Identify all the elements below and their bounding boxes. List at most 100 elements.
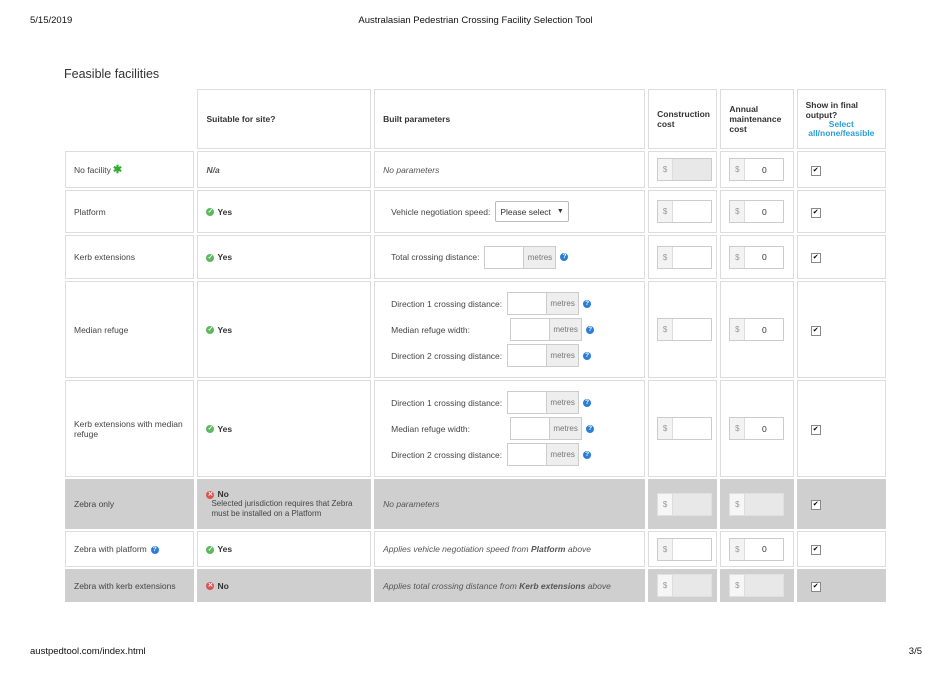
na-text: N/a: [206, 164, 220, 175]
help-icon[interactable]: ?: [583, 450, 592, 459]
median-width-input[interactable]: metres: [510, 417, 583, 440]
page-number: 3/5: [908, 646, 922, 657]
param-median-width: Median refuge width: metres ?: [383, 416, 636, 442]
construction-cell: $: [648, 569, 718, 602]
params-cell: No parameters: [374, 479, 646, 529]
show-output-checkbox[interactable]: ✔: [810, 545, 821, 555]
show-cell: ✔: [796, 190, 886, 233]
select-all-none-feasible-link[interactable]: Select all/none/feasible: [806, 120, 877, 138]
show-output-checkbox[interactable]: ✔: [810, 424, 821, 435]
construction-cost-input: $: [657, 574, 713, 597]
construction-cell: $: [648, 151, 718, 188]
param-direction-1: Direction 1 crossing distance: metres ?: [383, 291, 636, 317]
value: [673, 159, 712, 180]
maintenance-cost-input[interactable]: $0: [729, 537, 785, 561]
facility-label: No facility: [74, 165, 111, 175]
vehicle-speed-select[interactable]: Please select ▼: [495, 201, 569, 222]
col-show-output: Show in final output? Select all/none/fe…: [796, 89, 886, 149]
total-crossing-input[interactable]: metres: [484, 245, 557, 269]
suitable-cell: N/a: [197, 151, 372, 188]
maintenance-cost-input[interactable]: $0: [729, 158, 785, 181]
value: [673, 247, 711, 268]
row-zebra-only: Zebra only ✕ No Selected jurisdiction req…: [65, 479, 886, 529]
median-width-input[interactable]: metres: [510, 318, 583, 341]
col-construction-cost: Construction cost: [648, 89, 718, 149]
currency-symbol: $: [730, 246, 746, 268]
maintenance-cost-input[interactable]: $0: [729, 417, 785, 440]
param-label: Vehicle negotiation speed:: [391, 206, 491, 217]
direction-2-input[interactable]: metres: [507, 443, 580, 466]
maintenance-cell: $: [720, 569, 794, 602]
construction-cost-input[interactable]: $: [657, 417, 713, 440]
suitable-cell: ✓ Yes: [197, 190, 372, 233]
suitable-cell: ✓ Yes: [197, 531, 372, 567]
construction-cost-input[interactable]: $: [657, 318, 713, 341]
col-maintenance-cost: Annual maintenance cost: [720, 89, 794, 149]
currency-symbol: $: [730, 493, 746, 515]
currency-symbol: $: [730, 575, 746, 596]
help-icon[interactable]: ?: [150, 545, 159, 554]
help-icon[interactable]: ?: [583, 351, 592, 360]
row-median-refuge: Median refuge ✓ Yes Direction 1 crossing …: [65, 281, 886, 378]
show-output-checkbox[interactable]: ✔: [810, 253, 821, 263]
value: 0: [761, 324, 767, 335]
param-total-crossing: Total crossing distance: metres ?: [383, 244, 636, 270]
check-circle-icon: ✓: [206, 545, 215, 554]
suitable-no: No: [217, 489, 229, 499]
help-icon[interactable]: ?: [586, 424, 595, 433]
construction-cost-input: $: [657, 158, 713, 181]
maintenance-cell: $0: [720, 531, 794, 567]
show-output-checkbox[interactable]: ✔: [810, 581, 821, 592]
suitable-cell: ✕ No: [197, 569, 372, 602]
col-show-output-label: Show in final output?: [805, 100, 859, 120]
text: above: [585, 580, 611, 591]
currency-symbol: $: [658, 493, 674, 515]
show-output-checkbox[interactable]: ✔: [810, 165, 821, 176]
show-output-checkbox[interactable]: ✔: [810, 500, 821, 510]
currency-symbol: $: [658, 159, 674, 180]
maintenance-cost-input[interactable]: $0: [729, 200, 785, 223]
param-median-width: Median refuge width: metres ?: [383, 317, 636, 343]
text: above: [565, 544, 592, 554]
unit-label: metres: [546, 293, 579, 314]
applies-distance-text: Applies total crossing distance from Ker…: [383, 581, 611, 591]
maintenance-cell: $0: [720, 151, 794, 188]
help-icon[interactable]: ?: [586, 325, 595, 334]
help-icon[interactable]: ?: [560, 253, 569, 261]
construction-cost-input[interactable]: $: [657, 200, 713, 223]
input-box: [511, 319, 549, 340]
maintenance-cost-input[interactable]: $0: [729, 245, 785, 269]
no-parameters-text: No parameters: [383, 499, 440, 509]
maintenance-cost-input[interactable]: $0: [729, 318, 785, 341]
value: [745, 493, 784, 515]
currency-symbol: $: [730, 159, 746, 180]
show-cell: ✔: [796, 281, 886, 378]
construction-cost-input[interactable]: $: [657, 537, 713, 561]
show-cell: ✔: [796, 235, 886, 279]
direction-1-input[interactable]: metres: [507, 292, 580, 315]
input-box: [508, 444, 546, 465]
params-cell: Applies total crossing distance from Ker…: [374, 569, 646, 602]
param-label: Direction 2 crossing distance:: [391, 350, 503, 361]
construction-cell: $: [648, 380, 718, 477]
params-cell: Direction 1 crossing distance: metres ? …: [374, 281, 646, 378]
help-icon[interactable]: ?: [583, 299, 592, 308]
row-zebra-platform: Zebra with platform? ✓ Yes Applies vehicl…: [65, 531, 886, 567]
show-output-checkbox[interactable]: ✔: [810, 325, 821, 336]
show-cell: ✔: [796, 531, 886, 567]
direction-2-input[interactable]: metres: [507, 344, 580, 367]
direction-1-input[interactable]: metres: [507, 391, 580, 414]
construction-cost-input[interactable]: $: [657, 245, 713, 269]
currency-symbol: $: [658, 246, 674, 268]
help-icon[interactable]: ?: [583, 398, 592, 407]
params-cell: Direction 1 crossing distance: metres ? …: [374, 380, 646, 477]
currency-symbol: $: [658, 418, 674, 439]
row-platform: Platform ✓ Yes Vehicle negotiation speed:…: [65, 190, 886, 233]
show-output-checkbox[interactable]: ✔: [810, 207, 821, 218]
value: [673, 319, 711, 340]
x-circle-icon: ✕: [206, 582, 215, 591]
unit-label: metres: [549, 418, 582, 439]
value: [673, 539, 711, 560]
row-no-facility: No facility ✱ N/a No parameters $ $0 ✔: [65, 151, 886, 188]
suitable-yes: Yes: [217, 252, 233, 262]
